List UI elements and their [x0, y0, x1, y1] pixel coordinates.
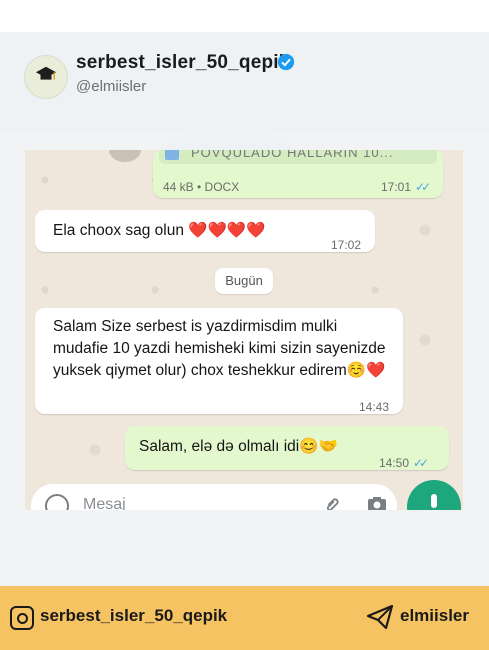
day-divider: Bugün [215, 268, 273, 294]
emoji-icon[interactable] [45, 494, 69, 510]
header-notch [160, 104, 296, 150]
message-time: 17:01 ✓✓ [381, 176, 431, 198]
microphone-icon [431, 494, 437, 508]
message-time: 14:43 [359, 400, 390, 414]
document-name: POVQULADO HALLARIN 10... [191, 150, 394, 160]
instagram-icon [10, 606, 34, 630]
mic-button[interactable] [407, 480, 461, 510]
time-text: 17:01 [381, 180, 412, 194]
message-time: 17:02 [331, 238, 362, 252]
message-input[interactable]: Mesaj [31, 484, 397, 510]
read-ticks-icon: ✓✓ [413, 456, 429, 470]
document-message[interactable]: POVQULADO HALLARIN 10... 44 kB • DOCX 17… [153, 150, 443, 198]
message-time: 14:50 ✓✓ [379, 452, 429, 474]
account-handle[interactable]: @elmiisler [76, 78, 146, 95]
document-icon [165, 150, 179, 160]
attach-icon[interactable] [323, 496, 341, 510]
read-ticks-icon: ✓✓ [415, 180, 431, 194]
message-bubble[interactable]: Salam Size serbest is yazdirmisdim mulki… [35, 308, 403, 414]
telegram-icon [366, 604, 394, 630]
message-text: Salam, elə də olmalı idi😊🤝 [139, 438, 338, 455]
message-bubble[interactable]: Salam, elə də olmalı idi😊🤝 14:50 ✓✓ [125, 426, 449, 470]
message-text: Ela choox sag olun ❤️❤️❤️❤️ [53, 222, 266, 239]
time-text: 14:50 [379, 456, 410, 470]
top-strip [0, 0, 489, 32]
message-placeholder: Mesaj [83, 496, 126, 510]
message-bubble[interactable]: Ela choox sag olun ❤️❤️❤️❤️ 17:02 [35, 210, 375, 252]
telegram-handle[interactable]: elmiisler [400, 606, 469, 626]
camera-icon[interactable] [367, 496, 387, 510]
chat-area: POVQULADO HALLARIN 10... 44 kB • DOCX 17… [25, 150, 463, 510]
verified-badge-icon [277, 53, 295, 71]
contact-avatar [109, 150, 141, 162]
graduation-cap-icon [35, 66, 57, 80]
message-text: Salam Size serbest is yazdirmisdim mulki… [53, 318, 386, 379]
account-name[interactable]: serbest_isler_50_qepik [76, 52, 290, 74]
avatar[interactable] [24, 55, 68, 99]
instagram-handle[interactable]: serbest_isler_50_qepik [40, 606, 227, 626]
document-meta: 44 kB • DOCX [163, 180, 240, 194]
